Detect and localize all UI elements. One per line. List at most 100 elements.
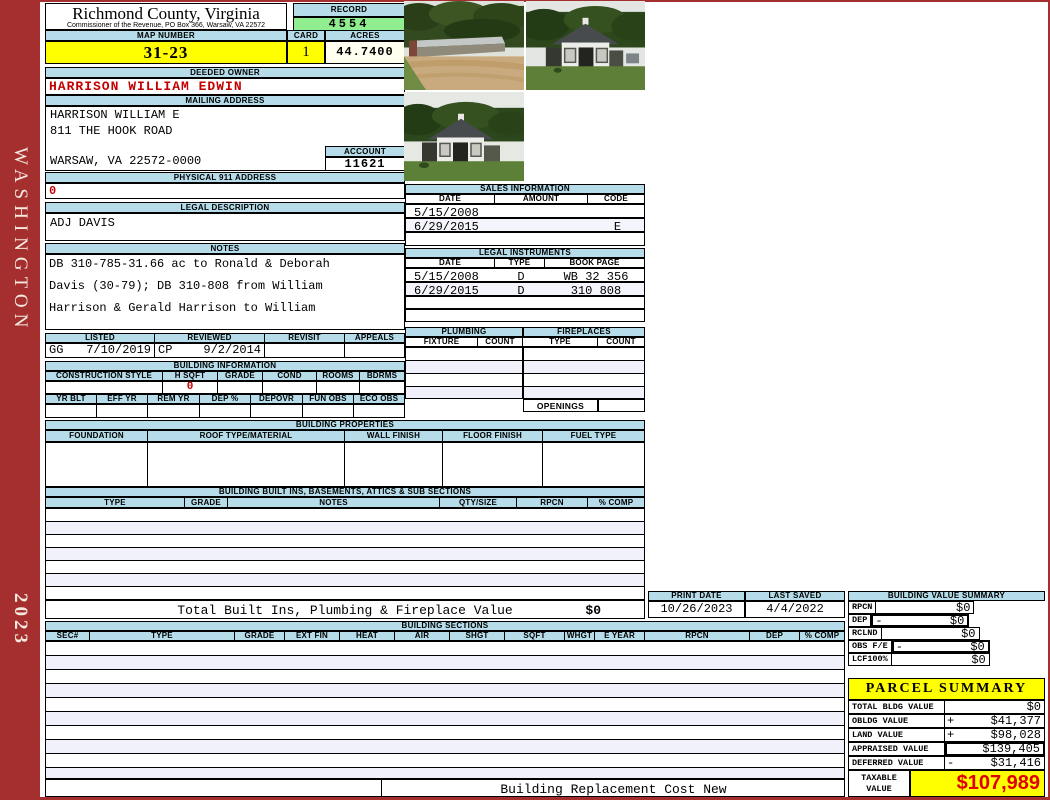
year-label: 2023 (10, 592, 31, 647)
instrument-row-1: 5/15/2008 D WB 32 356 (405, 268, 645, 284)
type-header: TYPE (90, 631, 235, 641)
built-ins-header: BUILDING BUILT INS, BASEMENTS, ATTICS & … (45, 487, 645, 497)
funobs-header: FUN OBS (303, 394, 354, 404)
visits-header-row: LISTED REVIEWED REVISIT APPEALS (45, 333, 405, 343)
sidebar: WASHINGTON 2023 (0, 0, 40, 800)
parcel-label: LAND VALUE (848, 728, 945, 742)
revisit-value (265, 343, 345, 358)
account-value: 11621 (325, 157, 405, 171)
mailing-line-3: WARSAW, VA 22572-0000 (50, 154, 202, 168)
effyr-header: EFF YR (97, 394, 148, 404)
reviewed-by: CP (158, 343, 173, 357)
deeded-owner-header: DEEDED OWNER (45, 67, 405, 78)
mailing-line-2: 811 THE HOOK ROAD (50, 124, 173, 138)
bi-grade-header: GRADE (185, 497, 228, 508)
reviewed-value: CP 9/2/2014 (155, 343, 265, 358)
rooms-header: ROOMS (317, 371, 360, 381)
property-record-card: { "colors": { "header_blue": "#b5dce8", … (0, 0, 1050, 800)
plumbing-count-header: COUNT (478, 337, 523, 347)
building-info-header-row-1: CONSTRUCTION STYLE H SQFT GRADE COND ROO… (45, 371, 405, 381)
listed-date: 7/10/2019 (86, 343, 151, 357)
hsqft-header: H SQFT (163, 371, 218, 381)
parcel-label: DEFERRED VALUE (848, 756, 945, 770)
taxable-value: $107,989 (910, 770, 1045, 797)
bdrms-header: BDRMS (360, 371, 405, 381)
bvs-label: LCF 100% (848, 653, 892, 666)
card-value: 1 (287, 41, 325, 64)
acres-value: 44.7400 (325, 41, 405, 64)
building-sections-footer-row: Building Replacement Cost New (45, 779, 845, 797)
commissioner-line: Commissioner of the Revenue, PO Box 366,… (66, 22, 266, 29)
parcel-summary-header: PARCEL SUMMARY (848, 678, 1045, 700)
dep-pct-header: DEP % (200, 394, 251, 404)
parcel-row-obldg: OBLDG VALUE + $41,377 (848, 714, 1045, 728)
roof-header: ROOF TYPE/MATERIAL (148, 430, 345, 442)
bvs-label: RPCN (848, 601, 877, 614)
openings-label-cell: OPENINGS (523, 399, 598, 412)
fireplaces-header: FIREPLACES (523, 327, 645, 337)
appeals-header: APPEALS (345, 333, 405, 343)
building-properties-body (45, 442, 645, 487)
bvs-label: DEP (848, 614, 872, 627)
extfin-header: EXT FIN (285, 631, 340, 641)
sec-header: SEC# (45, 631, 90, 641)
ecoobs-header: ECO OBS (354, 394, 405, 404)
sales-amount-header: AMOUNT (495, 194, 588, 204)
openings-value-cell (598, 399, 645, 412)
bi-notes-header: NOTES (228, 497, 440, 508)
account-header: ACCOUNT (325, 146, 405, 157)
bvs-row-dep: DEP - $0 (848, 614, 970, 628)
bvs-row-rclnd: RCLND $0 (848, 627, 980, 641)
record-header: RECORD (293, 3, 405, 17)
legal-instruments-header: LEGAL INSTRUMENTS (405, 248, 645, 258)
comp-header: % COMP (800, 631, 845, 641)
bi-qty-header: QTY/SIZE (440, 497, 517, 508)
sales-row-3 (405, 232, 645, 246)
bvs-value: - $0 (891, 640, 990, 654)
heat-header: HEAT (340, 631, 395, 641)
inst-bookpage-header: BOOK PAGE (545, 258, 645, 268)
reviewed-header: REVIEWED (155, 333, 265, 343)
fireplace-type-header: TYPE (523, 337, 598, 347)
construction-style-header: CONSTRUCTION STYLE (45, 371, 163, 381)
reviewed-date: 9/2/2014 (203, 343, 261, 357)
bvs-row-rpcn: RPCN $0 (848, 601, 975, 615)
notes-line-3: Harrison & Gerald Harrison to William (49, 301, 316, 315)
remyr-header: REM YR (148, 394, 200, 404)
notes-line-2: Davis (30-79); DB 310-808 from William (49, 279, 323, 293)
parcel-value: + $98,028 (945, 728, 1045, 742)
whgt-header: WHGT (565, 631, 595, 641)
building-info-header-row-2: YR BLT EFF YR REM YR DEP % DEPOVR FUN OB… (45, 394, 405, 404)
mailing-address-header: MAILING ADDRESS (45, 95, 405, 106)
building-sections-header-row: SEC# TYPE GRADE EXT FIN HEAT AIR SHGT SQ… (45, 631, 845, 641)
bvs-value: - $0 (871, 614, 970, 628)
building-value-summary-header: BUILDING VALUE SUMMARY (848, 591, 1045, 601)
rpcn-header: RPCN (645, 631, 750, 641)
listed-by: GG (49, 343, 64, 357)
parcel-value: + $41,377 (945, 714, 1045, 728)
sales-row-2: 6/29/2015 E (405, 218, 645, 234)
map-number-header: MAP NUMBER (45, 30, 287, 41)
wall-finish-header: WALL FINISH (345, 430, 443, 442)
built-ins-body (45, 508, 645, 600)
last-saved-value: 4/4/2022 (745, 601, 845, 618)
sales-header-row: DATE AMOUNT CODE (405, 194, 645, 204)
sales-information-header: SALES INFORMATION (405, 184, 645, 194)
notes-line-1: DB 310-785-31.66 ac to Ronald & Deborah (49, 257, 330, 271)
parcel-row-appraised: APPRAISED VALUE $139,405 (848, 742, 1045, 756)
hsqft-value: 0 (163, 381, 218, 394)
legal-description-value: ADJ DAVIS (45, 213, 405, 241)
dep-header: DEP (750, 631, 800, 641)
notes-header: NOTES (45, 243, 405, 254)
building-replacement-label: Building Replacement Cost New (500, 782, 727, 797)
foundation-header: FOUNDATION (45, 430, 148, 442)
air-header: AIR (395, 631, 450, 641)
parcel-value: - $31,416 (945, 756, 1045, 770)
bvs-label: RCLND (848, 627, 882, 640)
shgt-header: SHGT (450, 631, 505, 641)
property-photo-1 (395, 1, 529, 90)
yrblt-header: YR BLT (45, 394, 97, 404)
taxable-value-label: TAXABLE VALUE (848, 770, 910, 797)
fuel-type-header: FUEL TYPE (543, 430, 645, 442)
district-label: WASHINGTON (10, 147, 31, 334)
